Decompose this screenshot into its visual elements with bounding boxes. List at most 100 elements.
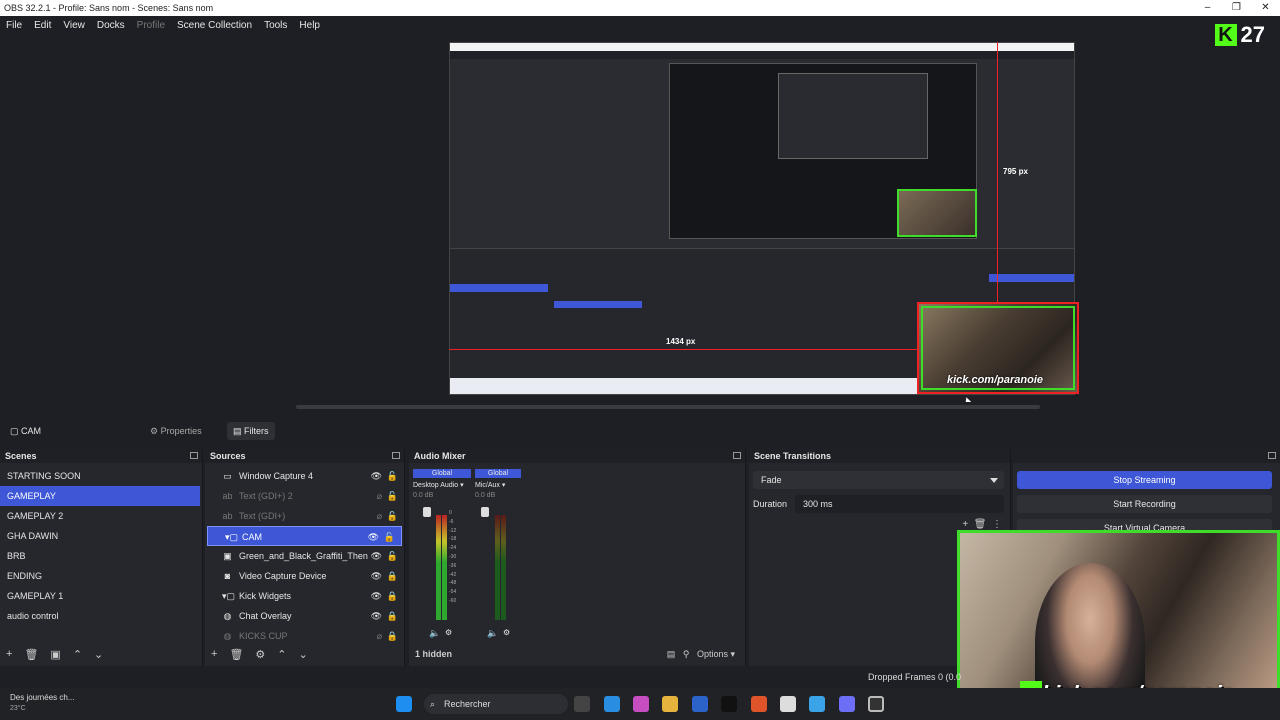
eye-icon[interactable]: 👁 (371, 606, 382, 626)
dock-float-icon[interactable] (392, 452, 400, 459)
source-item[interactable]: ▭ Window Capture 4 👁 🔓 (205, 466, 404, 486)
scale-tick: -60 (449, 597, 457, 604)
lock-icon[interactable]: 🔓 (384, 527, 395, 547)
source-item[interactable]: ◙ Video Capture Device 👁 🔒 (205, 566, 404, 586)
mute-speaker-icon[interactable]: 🔈 (429, 628, 440, 639)
eye-hidden-icon[interactable]: ⌀ (377, 486, 382, 506)
controls-buttons: Stop Streaming Start Recording Start Vir… (1013, 463, 1280, 537)
source-item-selected[interactable]: ▾▢ CAM 👁 🔓 (207, 526, 402, 546)
scene-item[interactable]: GHA DAWIN (0, 526, 202, 546)
scene-item[interactable]: GAMEPLAY 2 (0, 506, 202, 526)
menu-scene-collection[interactable]: Scene Collection (171, 20, 258, 31)
move-down-icon[interactable]: ⌄ (299, 648, 308, 661)
app-icon[interactable] (809, 696, 825, 712)
sources-title: Sources (210, 451, 246, 461)
task-view-icon[interactable] (574, 696, 590, 712)
scene-item-selected[interactable]: GAMEPLAY (0, 486, 200, 506)
move-up-icon[interactable]: ⌃ (277, 648, 286, 661)
kick-logo-icon: K (1214, 24, 1237, 46)
dock-float-icon[interactable] (1268, 452, 1276, 459)
move-up-icon[interactable]: ⌃ (73, 648, 82, 661)
menu-profile[interactable]: Profile (131, 20, 171, 31)
layout-icon[interactable]: ▤ (667, 649, 676, 659)
hidden-count[interactable]: 1 hidden (415, 649, 452, 659)
lock-icon[interactable]: 🔒 (387, 566, 398, 586)
lock-icon[interactable]: 🔒 (387, 586, 398, 606)
chrome-icon[interactable] (780, 696, 796, 712)
scene-item[interactable]: STARTING SOON (0, 466, 202, 486)
eye-hidden-icon[interactable]: ⌀ (377, 506, 382, 526)
remove-scene-icon[interactable]: 🗑 (24, 648, 38, 661)
source-item[interactable]: ◍ Chat Overlay 👁 🔒 (205, 606, 404, 626)
options-button[interactable]: Options ▾ (697, 649, 735, 659)
menu-file[interactable]: File (0, 20, 28, 31)
scene-item[interactable]: BRB (0, 546, 202, 566)
scene-item[interactable]: ENDING (0, 566, 202, 586)
menu-docks[interactable]: Docks (91, 20, 131, 31)
taskbar-search[interactable]: ⌕ Rechercher (424, 694, 568, 714)
menu-edit[interactable]: Edit (28, 20, 57, 31)
windows-start-icon[interactable] (396, 696, 412, 712)
transition-select[interactable]: Fade (753, 471, 1004, 489)
brave-icon[interactable] (751, 696, 767, 712)
close-button[interactable]: ✕ (1251, 0, 1280, 16)
channel-settings-icon[interactable]: ⚙ (503, 628, 510, 637)
dock-float-icon[interactable] (190, 452, 198, 459)
selected-source-label: ▢ CAM (10, 425, 42, 436)
store-icon[interactable] (692, 696, 708, 712)
preview-scrollbar[interactable] (296, 405, 1040, 409)
source-item[interactable]: ▣ Green_and_Black_Graffiti_Then 👁 🔓 (205, 546, 404, 566)
source-settings-icon[interactable]: ⚙ (255, 648, 265, 661)
lock-icon[interactable]: 🔓 (387, 466, 398, 486)
edge-icon[interactable] (604, 696, 620, 712)
eye-icon[interactable]: 👁 (371, 566, 382, 586)
properties-button[interactable]: ⚙ Properties (150, 426, 202, 437)
scene-filters-icon[interactable]: ▣ (50, 648, 60, 661)
menu-view[interactable]: View (57, 20, 91, 31)
filters-button[interactable]: ▤ Filters (227, 422, 275, 440)
remove-transition-icon[interactable]: 🗑 (974, 519, 987, 530)
minimize-button[interactable]: – (1193, 0, 1222, 16)
scene-item[interactable]: audio control (0, 606, 202, 626)
lock-icon[interactable]: 🔓 (387, 546, 398, 566)
source-item[interactable]: ab Text (GDI+) ⌀ 🔓 (205, 506, 404, 526)
move-down-icon[interactable]: ⌄ (94, 648, 103, 661)
volume-fader-mic[interactable] (481, 507, 489, 517)
dock-float-icon[interactable] (733, 452, 741, 459)
capcut-icon[interactable] (721, 696, 737, 712)
cam-source-selected[interactable]: kick.com/paranoie (917, 302, 1079, 394)
remove-source-icon[interactable]: 🗑 (229, 648, 243, 661)
menu-tools[interactable]: Tools (258, 20, 293, 31)
weather-widget[interactable]: Des journées ch... 23°C (10, 693, 74, 714)
eye-icon[interactable]: 👁 (371, 466, 382, 486)
channel-name[interactable]: Mic/Aux ▾ (475, 481, 521, 489)
lock-icon[interactable]: 🔒 (387, 606, 398, 626)
channel-name[interactable]: Desktop Audio ▾ (413, 481, 471, 489)
scene-item[interactable]: GAMEPLAY 1 (0, 586, 202, 606)
start-recording-button[interactable]: Start Recording (1017, 495, 1272, 513)
add-transition-icon[interactable]: + (962, 519, 968, 530)
eye-icon[interactable]: 👁 (368, 527, 379, 547)
menu-help[interactable]: Help (293, 20, 326, 31)
mute-speaker-icon[interactable]: 🔈 (487, 628, 498, 639)
volume-fader-desktop[interactable] (423, 507, 431, 517)
lock-icon[interactable]: 🔓 (387, 506, 398, 526)
transition-menu-icon[interactable]: ⋮ (992, 519, 1002, 530)
duration-spinbox[interactable]: 300 ms (795, 495, 1004, 513)
eye-icon[interactable]: 👁 (371, 586, 382, 606)
scale-tick: -42 (449, 571, 457, 578)
lock-icon[interactable]: 🔓 (387, 486, 398, 506)
source-item[interactable]: ab Text (GDI+) 2 ⌀ 🔓 (205, 486, 404, 506)
discord-icon[interactable] (839, 696, 855, 712)
eye-icon[interactable]: 👁 (371, 546, 382, 566)
add-scene-icon[interactable]: + (6, 648, 12, 660)
copilot-icon[interactable] (633, 696, 649, 712)
link-icon[interactable]: ⚲ (683, 649, 690, 659)
stop-streaming-button[interactable]: Stop Streaming (1017, 471, 1272, 489)
file-explorer-icon[interactable] (662, 696, 678, 712)
obs-icon[interactable] (868, 696, 884, 712)
source-item[interactable]: ▾▢ Kick Widgets 👁 🔒 (205, 586, 404, 606)
channel-settings-icon[interactable]: ⚙ (445, 628, 452, 637)
maximize-button[interactable]: ❐ (1222, 0, 1251, 16)
add-source-icon[interactable]: + (211, 648, 217, 660)
